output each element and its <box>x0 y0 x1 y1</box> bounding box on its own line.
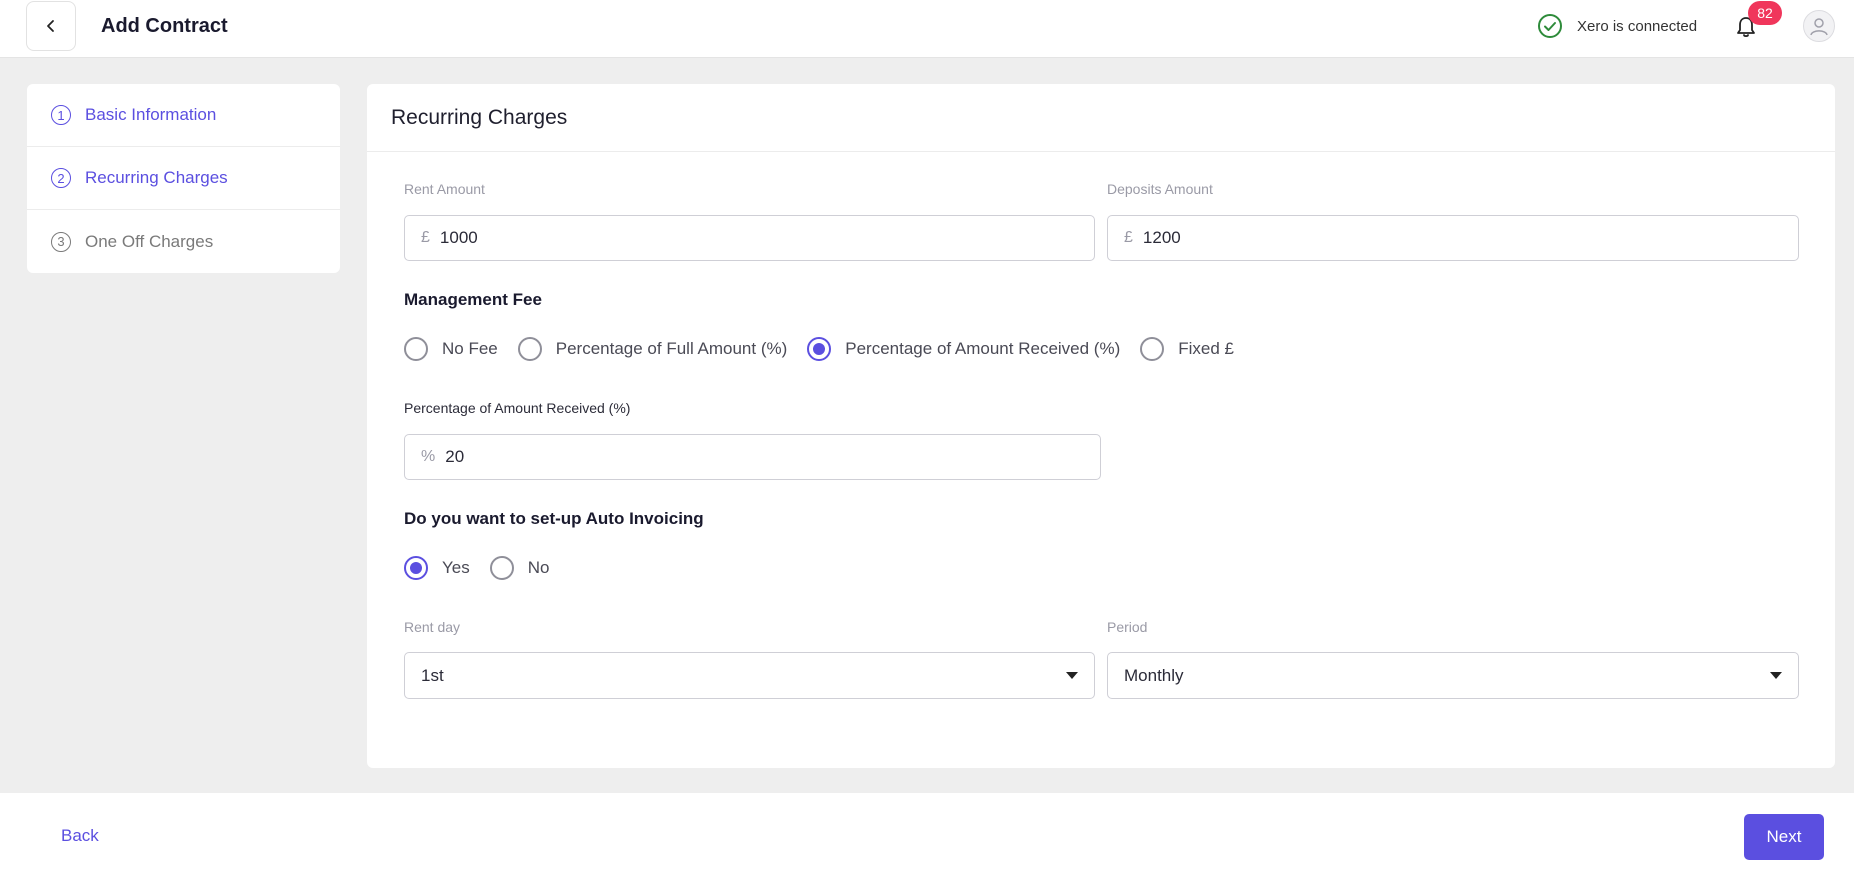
step-one-off-charges[interactable]: 3 One Off Charges <box>27 210 340 273</box>
radio-button[interactable] <box>404 337 428 361</box>
radio-label: No Fee <box>442 339 498 358</box>
step-number: 1 <box>51 105 71 125</box>
radio-fixed[interactable]: Fixed £ <box>1140 337 1234 361</box>
top-header: Add Contract Xero is connected 82 <box>0 0 1854 58</box>
radio-label: Percentage of Full Amount (%) <box>555 339 788 358</box>
radio-button[interactable] <box>489 556 514 580</box>
period-label: Period <box>1107 619 1148 635</box>
xero-connection-status: Xero is connected <box>1537 13 1697 39</box>
radio-percentage-amount-received[interactable]: Percentage of Amount Received (%) <box>807 337 1120 361</box>
step-basic-information[interactable]: 1 Basic Information <box>27 84 340 147</box>
check-circle-icon <box>1538 14 1562 38</box>
deposits-amount-input[interactable]: £ 1200 <box>1107 215 1799 261</box>
next-button[interactable]: Next <box>1744 814 1824 860</box>
period-value: Monthly <box>1124 665 1184 685</box>
radio-button[interactable] <box>404 556 428 580</box>
header-back-button[interactable] <box>26 1 76 51</box>
chevron-left-icon <box>47 20 54 32</box>
radio-label: No <box>527 558 550 577</box>
percentage-input[interactable]: % 20 <box>404 434 1101 480</box>
footer-bar: Back Next <box>0 793 1854 876</box>
radio-label: Fixed £ <box>1178 339 1234 358</box>
step-label: Basic Information <box>85 105 217 124</box>
step-label: Recurring Charges <box>85 168 228 187</box>
auto-invoicing-options: Yes No <box>404 556 569 580</box>
radio-no-fee[interactable]: No Fee <box>404 337 498 361</box>
percent-prefix: % <box>421 448 436 465</box>
back-link[interactable]: Back <box>61 826 99 846</box>
rent-amount-label: Rent Amount <box>404 181 485 197</box>
rent-day-value: 1st <box>421 665 444 685</box>
caret-down-icon <box>1770 672 1782 679</box>
notification-count-badge: 82 <box>1748 1 1782 25</box>
management-fee-title: Management Fee <box>404 290 542 309</box>
radio-percentage-full-amount[interactable]: Percentage of Full Amount (%) <box>517 337 788 361</box>
radio-selected-dot <box>813 343 826 355</box>
card-header: Recurring Charges <box>367 84 1835 152</box>
user-icon <box>1810 18 1828 36</box>
rent-day-label: Rent day <box>404 619 461 635</box>
rent-day-select[interactable]: 1st <box>404 652 1095 699</box>
auto-invoicing-title: Do you want to set-up Auto Invoicing <box>404 509 704 528</box>
radio-label: Percentage of Amount Received (%) <box>845 339 1121 358</box>
recurring-charges-card: Recurring Charges Rent Amount £ 1000 Dep… <box>367 84 1835 768</box>
period-select[interactable]: Monthly <box>1107 652 1799 699</box>
radio-button[interactable] <box>1140 337 1165 361</box>
rent-amount-input[interactable]: £ 1000 <box>404 215 1095 261</box>
step-label: One Off Charges <box>85 231 214 251</box>
page-title: Add Contract <box>101 15 228 37</box>
management-fee-options: No Fee Percentage of Full Amount (%) Per… <box>404 337 1254 361</box>
step-number: 3 <box>51 231 71 252</box>
percentage-field-label: Percentage of Amount Received (%) <box>404 400 631 416</box>
radio-no[interactable]: No <box>489 556 550 580</box>
percentage-value: 20 <box>445 447 465 466</box>
currency-prefix: £ <box>421 229 430 246</box>
xero-status-text: Xero is connected <box>1577 17 1698 35</box>
radio-button[interactable] <box>517 337 542 361</box>
deposits-amount-label: Deposits Amount <box>1107 181 1213 197</box>
wizard-steps: 1 Basic Information 2 Recurring Charges … <box>27 84 340 273</box>
user-avatar[interactable] <box>1803 10 1835 42</box>
radio-label: Yes <box>442 558 470 577</box>
currency-prefix: £ <box>1124 229 1133 246</box>
rent-amount-value: 1000 <box>439 228 478 247</box>
card-title: Recurring Charges <box>391 105 568 129</box>
caret-down-icon <box>1066 672 1078 679</box>
radio-yes[interactable]: Yes <box>404 556 470 580</box>
deposits-amount-value: 1200 <box>1142 228 1181 247</box>
radio-selected-dot <box>410 562 422 574</box>
step-number: 2 <box>51 168 71 188</box>
step-recurring-charges[interactable]: 2 Recurring Charges <box>27 147 340 210</box>
radio-button[interactable] <box>807 337 832 361</box>
